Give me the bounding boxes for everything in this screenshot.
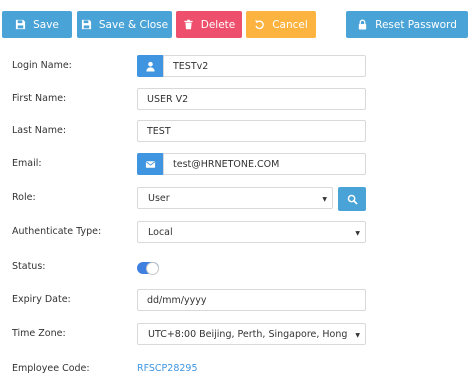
role-label: Role: — [12, 192, 36, 203]
toolbar: Save Save & Close Delete Cancel Reset Pa… — [0, 0, 474, 48]
search-icon — [347, 194, 358, 205]
save-and-close-button-label: Save & Close — [98, 18, 169, 31]
login-name-row: Login Name: TESTv2 — [0, 55, 474, 79]
last-name-row: Last Name: TEST — [0, 120, 474, 144]
expiry-date-label: Expiry Date: — [12, 294, 71, 305]
user-icon — [137, 55, 164, 77]
last-name-label: Last Name: — [12, 125, 67, 136]
envelope-icon — [137, 153, 164, 175]
trash-icon — [183, 19, 194, 30]
cancel-button[interactable]: Cancel — [246, 11, 316, 38]
login-name-label: Login Name: — [12, 60, 72, 71]
save-button-label: Save — [33, 18, 59, 31]
first-name-label: First Name: — [12, 93, 67, 104]
caret-down-icon: ▼ — [355, 332, 360, 339]
floppy-disk-icon — [81, 19, 92, 30]
login-name-input[interactable]: TESTv2 — [163, 55, 366, 77]
role-row: Role: User ▼ — [0, 187, 474, 211]
role-select-value: User — [148, 192, 170, 204]
time-zone-row: Time Zone: UTC+8:00 Beijing, Perth, Sing… — [0, 323, 474, 347]
status-toggle[interactable] — [137, 261, 159, 275]
authenticate-type-select[interactable]: Local ▼ — [137, 221, 366, 243]
lock-icon — [357, 19, 368, 30]
email-label: Email: — [12, 158, 42, 169]
reset-password-button-label: Reset Password — [375, 18, 457, 31]
delete-button-label: Delete — [200, 18, 236, 31]
authenticate-type-row: Authenticate Type: Local ▼ — [0, 221, 474, 245]
first-name-row: First Name: USER V2 — [0, 88, 474, 112]
reset-password-button[interactable]: Reset Password — [346, 11, 468, 38]
email-input[interactable]: test@HRNETONE.COM — [163, 153, 366, 175]
floppy-disk-icon — [15, 19, 26, 30]
status-row: Status: — [0, 256, 474, 280]
save-button[interactable]: Save — [2, 11, 72, 38]
caret-down-icon: ▼ — [355, 230, 360, 237]
last-name-input[interactable]: TEST — [137, 120, 366, 142]
employee-code-label: Employee Code: — [12, 363, 90, 374]
status-label: Status: — [12, 261, 46, 272]
save-and-close-button[interactable]: Save & Close — [77, 11, 172, 38]
undo-icon — [254, 19, 265, 30]
email-row: Email: test@HRNETONE.COM — [0, 153, 474, 177]
time-zone-label: Time Zone: — [12, 328, 66, 339]
cancel-button-label: Cancel — [272, 18, 308, 31]
employee-code-link[interactable]: RFSCP28295 — [137, 363, 198, 374]
expiry-date-row: Expiry Date: dd/mm/yyyy — [0, 289, 474, 313]
role-search-button[interactable] — [338, 187, 366, 211]
role-select[interactable]: User ▼ — [137, 187, 333, 209]
employee-code-row: Employee Code: RFSCP28295 — [0, 358, 474, 382]
caret-down-icon: ▼ — [322, 196, 327, 203]
toggle-knob — [146, 261, 159, 275]
authenticate-type-label: Authenticate Type: — [12, 226, 102, 237]
authenticate-type-select-value: Local — [148, 226, 173, 238]
first-name-input[interactable]: USER V2 — [137, 88, 366, 110]
delete-button[interactable]: Delete — [176, 11, 242, 38]
time-zone-select[interactable]: UTC+8:00 Beijing, Perth, Singapore, Hong… — [137, 323, 366, 345]
expiry-date-input[interactable]: dd/mm/yyyy — [137, 289, 366, 311]
time-zone-select-value: UTC+8:00 Beijing, Perth, Singapore, Hong… — [148, 328, 349, 340]
